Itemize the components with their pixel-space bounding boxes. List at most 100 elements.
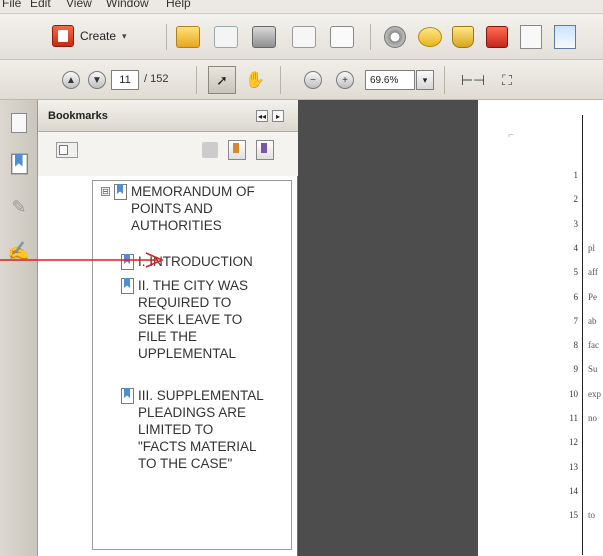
line-number: 5 bbox=[573, 267, 579, 277]
hand-tool-button[interactable]: ✋ bbox=[243, 68, 267, 92]
zoom-in-button[interactable]: + bbox=[336, 71, 354, 89]
bookmark-label: III. SUPPLEMENTAL PLEADINGS ARE LIMITED … bbox=[138, 388, 264, 471]
cursor-icon: ➚ bbox=[216, 71, 228, 88]
line-number: 9 bbox=[573, 364, 579, 374]
stamp-icon bbox=[452, 26, 474, 48]
toolbar-divider bbox=[444, 66, 445, 94]
margin-line bbox=[582, 115, 583, 555]
save-button[interactable] bbox=[214, 26, 238, 48]
annotation-arrow bbox=[0, 252, 164, 268]
panel-options-button[interactable]: ▸ bbox=[272, 110, 284, 122]
page-total: / 152 bbox=[144, 73, 169, 85]
bookmark-item-supplemental[interactable]: III. SUPPLEMENTAL PLEADINGS ARE LIMITED … bbox=[121, 387, 264, 472]
next-page-button[interactable]: ▼ bbox=[88, 71, 106, 89]
comment-icon bbox=[418, 27, 442, 47]
arrow-up-icon: ▲ bbox=[62, 71, 80, 89]
document-text: aff bbox=[588, 267, 598, 277]
page-thumbnails-button[interactable] bbox=[8, 112, 30, 134]
expand-bookmark-button[interactable] bbox=[256, 140, 274, 160]
bookmark-icon bbox=[114, 184, 127, 200]
collapse-panel-button[interactable]: ◂◂ bbox=[256, 110, 268, 122]
paperclip-icon: ✎ bbox=[11, 196, 27, 217]
fit-width-button[interactable]: ⊢⊣ bbox=[460, 69, 486, 91]
toolbar-divider bbox=[370, 24, 371, 50]
line-number: 3 bbox=[573, 219, 579, 229]
email-button[interactable] bbox=[330, 26, 354, 48]
line-number: 12 bbox=[569, 437, 578, 447]
document-text: no bbox=[588, 413, 597, 423]
menu-edit[interactable]: Edit bbox=[30, 0, 51, 10]
sign-icon bbox=[486, 26, 508, 48]
new-bookmark-icon bbox=[233, 143, 239, 153]
page-button[interactable] bbox=[520, 25, 542, 49]
fit-page-button[interactable]: ⛶ bbox=[496, 69, 518, 91]
hand-icon: ✋ bbox=[245, 72, 265, 89]
page-corner-mark: ⌐ bbox=[508, 130, 514, 141]
line-number: 2 bbox=[573, 194, 579, 204]
zoom-out-button[interactable]: − bbox=[304, 71, 322, 89]
line-number: 4 bbox=[573, 243, 579, 253]
fit-page-icon: ⛶ bbox=[502, 71, 512, 88]
mail-icon bbox=[330, 26, 354, 48]
print-button[interactable] bbox=[252, 26, 276, 48]
document-view-icon bbox=[554, 25, 576, 49]
comment-button[interactable] bbox=[418, 27, 442, 47]
menu-view[interactable]: View bbox=[66, 0, 92, 10]
bookmark-item-memorandum[interactable]: ⊟ MEMORANDUM OF POINTS AND AUTHORITIES bbox=[101, 183, 255, 234]
page-view-button[interactable] bbox=[554, 25, 576, 49]
line-number: 14 bbox=[569, 486, 578, 496]
options-menu-icon bbox=[59, 145, 68, 155]
page-number-input[interactable]: 11 bbox=[111, 70, 139, 90]
navigation-pane: ✎ ✍ bbox=[0, 100, 38, 556]
menu-window[interactable]: Window bbox=[106, 0, 149, 10]
bookmark-icon bbox=[121, 388, 134, 404]
chevron-down-icon: ▾ bbox=[422, 74, 428, 85]
edit-button[interactable] bbox=[292, 26, 316, 48]
sign-button[interactable] bbox=[486, 26, 508, 48]
minus-icon: − bbox=[304, 71, 322, 89]
bookmark-options-button[interactable] bbox=[56, 142, 78, 158]
plus-icon: + bbox=[336, 71, 354, 89]
delete-bookmark-button[interactable] bbox=[202, 142, 218, 158]
bookmark-item-city-required[interactable]: II. THE CITY WAS REQUIRED TO SEEK LEAVE … bbox=[121, 277, 248, 362]
settings-button[interactable] bbox=[384, 26, 406, 48]
bookmarks-header: Bookmarks ◂◂ ▸ bbox=[38, 100, 298, 132]
menu-help[interactable]: Help bbox=[166, 0, 191, 10]
toolbar-divider bbox=[280, 66, 281, 94]
stamp-button[interactable] bbox=[452, 26, 474, 48]
create-pdf-icon bbox=[52, 25, 74, 47]
bookmark-label: II. THE CITY WAS REQUIRED TO SEEK LEAVE … bbox=[138, 278, 249, 361]
page-thumbnails-icon bbox=[11, 113, 27, 133]
fit-width-icon: ⊢⊣ bbox=[460, 71, 486, 88]
new-bookmark-button[interactable] bbox=[228, 140, 246, 160]
open-button[interactable] bbox=[176, 26, 200, 48]
line-number: 6 bbox=[573, 292, 579, 302]
zoom-dropdown-button[interactable]: ▾ bbox=[416, 70, 434, 90]
bookmarks-tab-button[interactable] bbox=[8, 152, 30, 174]
create-button[interactable]: Create ▾ bbox=[52, 23, 127, 49]
bookmark-label: MEMORANDUM OF POINTS AND AUTHORITIES bbox=[131, 184, 255, 233]
document-background bbox=[298, 100, 478, 556]
zoom-input[interactable]: 69.6% bbox=[365, 70, 415, 90]
previous-page-button[interactable]: ▲ bbox=[62, 71, 80, 89]
menu-file[interactable]: File bbox=[2, 0, 21, 10]
line-number: 11 bbox=[569, 413, 578, 423]
attachments-button[interactable]: ✎ bbox=[8, 196, 30, 218]
line-number: 10 bbox=[569, 389, 578, 399]
collapse-icon[interactable]: ⊟ bbox=[101, 187, 110, 196]
create-button-label: Create bbox=[80, 29, 117, 43]
document-text: ab bbox=[588, 316, 597, 326]
bookmark-icon bbox=[10, 153, 28, 174]
select-tool-button[interactable]: ➚ bbox=[208, 66, 236, 94]
chevron-down-icon: ▾ bbox=[122, 30, 127, 41]
edit-document-icon bbox=[292, 26, 316, 48]
bookmarks-tree: ⊟ MEMORANDUM OF POINTS AND AUTHORITIES I… bbox=[92, 180, 292, 550]
document-text: Pe bbox=[588, 292, 597, 302]
bookmarks-toolbar bbox=[38, 132, 298, 176]
bookmarks-panel: Bookmarks ◂◂ ▸ ⊟ MEMORANDUM OF POINTS AN… bbox=[38, 100, 298, 556]
document-page[interactable]: ⌐ 1 2 3 4 pl 5 aff 6 Pe 7 ab 8 fac 9 Su 10 exp 11 no 12 13 14… bbox=[478, 100, 603, 556]
expand-bookmark-icon bbox=[261, 143, 267, 153]
save-icon bbox=[214, 26, 238, 48]
arrow-down-icon: ▼ bbox=[88, 71, 106, 89]
print-icon bbox=[252, 26, 276, 48]
